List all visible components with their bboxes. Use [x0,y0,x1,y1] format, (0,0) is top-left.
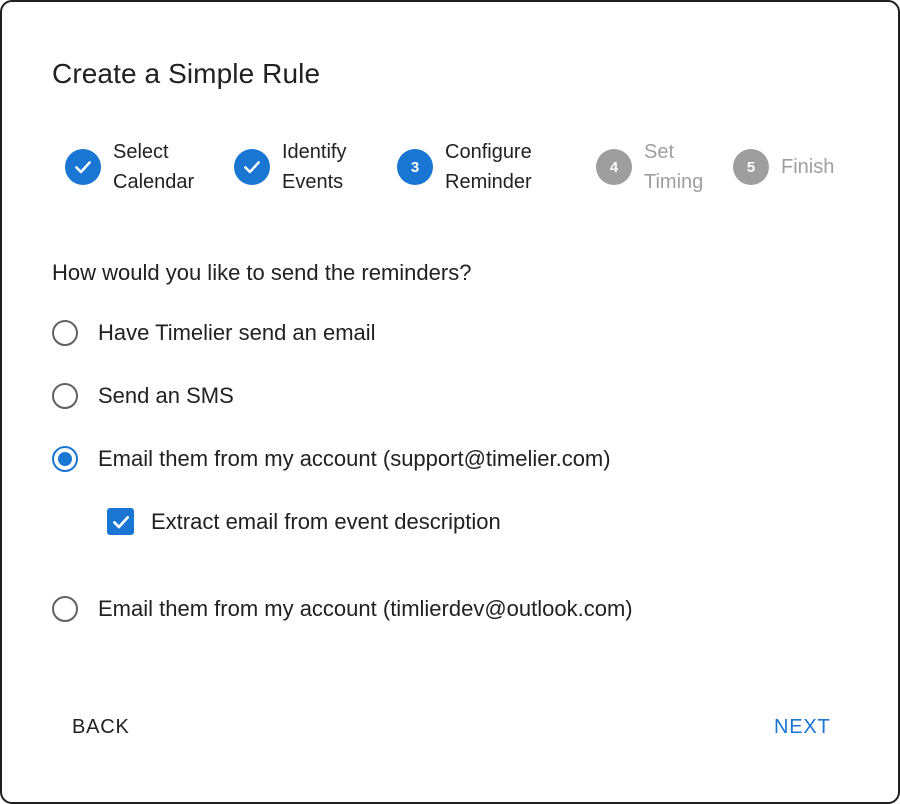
radio-button[interactable] [52,383,78,409]
extract-email-checkbox[interactable] [107,508,134,535]
step-set-timing: 4 Set Timing [596,136,703,198]
step-label: Identify Events [282,141,347,193]
step-number-circle: 4 [596,149,632,185]
step-label: Finish [781,156,835,178]
option-email-support-account[interactable]: Email them from my account (support@time… [52,446,611,472]
back-button[interactable]: BACK [62,710,140,745]
radio-button[interactable] [52,320,78,346]
option-label: Send an SMS [98,383,234,408]
option-send-sms[interactable]: Send an SMS [52,383,234,409]
extract-email-checkbox-row[interactable]: Extract email from event description [107,508,501,535]
radio-button[interactable] [52,596,78,622]
option-email-outlook-account[interactable]: Email them from my account (timlierdev@o… [52,596,633,622]
step-configure-reminder: 3 Configure Reminder [397,136,532,198]
step-label: Set Timing [644,141,704,193]
step-completed-circle [234,149,270,185]
step-completed-circle [65,149,101,185]
step-finish: 5 Finish [733,136,834,198]
radio-dot [58,452,72,466]
check-icon [244,161,260,174]
step-number-circle: 3 [397,149,433,185]
option-label: Email them from my account (timlierdev@o… [98,596,633,621]
next-button[interactable]: NEXT [764,710,841,745]
reminder-method-question: How would you like to send the reminders… [52,260,472,285]
checkbox-label: Extract email from event description [151,508,501,534]
option-timelier-email[interactable]: Have Timelier send an email [52,320,376,346]
step-label: Configure Reminder [445,141,532,193]
step-select-calendar: Select Calendar [65,136,194,198]
option-label: Have Timelier send an email [98,320,376,345]
step-label: Select Calendar [113,141,195,193]
radio-button-selected[interactable] [52,446,78,472]
dialog: Create a Simple Rule Select Calendar Ide… [0,0,900,804]
step-number-circle: 5 [733,149,769,185]
check-icon [75,161,91,174]
step-identify-events: Identify Events [234,136,346,198]
option-label: Email them from my account (support@time… [98,446,611,471]
dialog-title: Create a Simple Rule [52,58,321,89]
check-icon [112,515,129,528]
